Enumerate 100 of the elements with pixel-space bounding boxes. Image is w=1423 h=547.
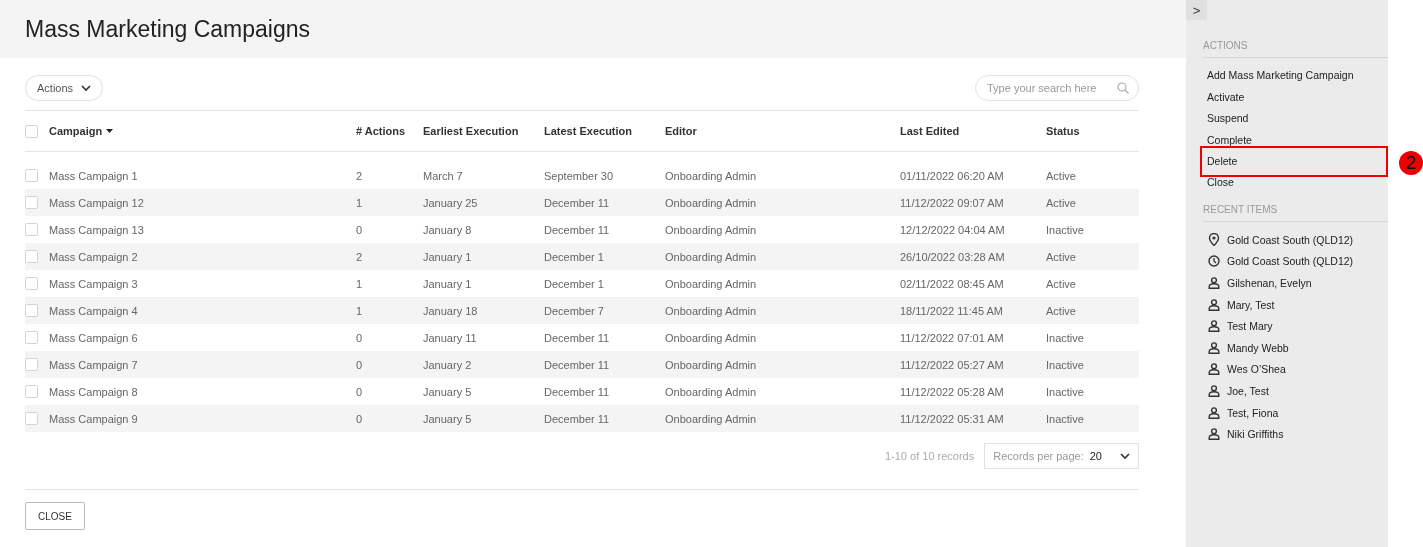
table-cell: 26/10/2022 03:28 AM <box>900 250 1005 263</box>
table-cell: December 11 <box>544 223 610 236</box>
table-cell: Active <box>1046 277 1076 290</box>
column-header[interactable]: # Actions <box>356 125 423 137</box>
table-cell: Inactive <box>1046 358 1084 371</box>
chevron-down-icon <box>81 84 92 92</box>
action-link[interactable]: Delete <box>1200 146 1388 178</box>
column-header[interactable]: Last Edited <box>900 125 1046 137</box>
row-checkbox[interactable] <box>25 250 38 263</box>
table-cell: Inactive <box>1046 412 1084 425</box>
table-cell: Onboarding Admin <box>665 223 757 236</box>
table-cell: Mass Campaign 13 <box>49 223 144 236</box>
table-cell: 01/11/2022 06:20 AM <box>900 169 1004 182</box>
recent-item[interactable]: Gold Coast South (QLD12) <box>1186 250 1388 273</box>
table-cell: Onboarding Admin <box>665 304 757 317</box>
table-cell: Mass Campaign 12 <box>49 196 144 209</box>
table-cell: September 30 <box>544 169 614 182</box>
table-cell: 1 <box>356 196 363 209</box>
recent-item-label: Gold Coast South (QLD12) <box>1227 255 1354 268</box>
table-cell: 0 <box>356 385 363 398</box>
column-header[interactable]: Editor <box>665 125 900 137</box>
table-cell: Onboarding Admin <box>665 169 757 182</box>
table-cell: January 2 <box>423 358 472 371</box>
recent-item[interactable]: Wes O’Shea <box>1186 358 1388 381</box>
action-link[interactable]: Add Mass Marketing Campaign <box>1185 65 1365 87</box>
table-cell: March 7 <box>423 169 463 182</box>
row-checkbox[interactable] <box>25 412 38 425</box>
table-cell: 0 <box>356 412 363 425</box>
row-checkbox[interactable] <box>25 277 38 290</box>
person-icon <box>1208 341 1220 354</box>
recent-item-label: Niki Griffiths <box>1227 428 1284 441</box>
table-cell: January 1 <box>423 250 472 263</box>
row-checkbox[interactable] <box>25 385 38 398</box>
table-cell: 11/12/2022 05:27 AM <box>900 358 1004 371</box>
column-header[interactable]: Campaign <box>49 125 356 137</box>
table-cell: Inactive <box>1046 385 1084 398</box>
map-pin-icon <box>1208 233 1220 247</box>
table-cell: Mass Campaign 6 <box>49 331 138 344</box>
records-per-page-dropdown[interactable]: Records per page: 20 <box>984 443 1139 469</box>
table-cell: Onboarding Admin <box>665 277 757 290</box>
table-cell: 12/12/2022 04:04 AM <box>900 223 1005 236</box>
recent-item-label: Gold Coast South (QLD12) <box>1227 233 1354 246</box>
table-cell: Onboarding Admin <box>665 196 757 209</box>
recent-item[interactable]: Gilshenan, Evelyn <box>1186 272 1388 294</box>
table-cell: December 7 <box>544 304 604 317</box>
actions-dropdown[interactable]: Actions <box>25 75 104 101</box>
select-all-checkbox[interactable] <box>25 124 38 138</box>
table-cell: 1 <box>356 277 363 290</box>
recent-item[interactable]: Test, Fiona <box>1186 401 1388 424</box>
recent-item[interactable]: Mary, Test <box>1186 293 1388 316</box>
recent-item-label: Mandy Webb <box>1227 341 1289 354</box>
row-checkbox[interactable] <box>25 331 38 344</box>
table-cell: 0 <box>356 331 363 344</box>
table-cell: Active <box>1046 169 1076 182</box>
collapse-toggle[interactable]: > <box>1186 0 1207 20</box>
row-checkbox[interactable] <box>25 169 38 182</box>
recent-item[interactable]: Mandy Webb <box>1186 336 1388 359</box>
table-cell: 2 <box>356 169 363 182</box>
row-checkbox[interactable] <box>25 196 38 209</box>
person-icon <box>1208 363 1220 376</box>
recent-item[interactable]: Test Mary <box>1186 315 1388 337</box>
action-link[interactable]: Activate <box>1185 86 1365 109</box>
column-header[interactable]: Earliest Execution <box>423 125 544 137</box>
table-cell: December 1 <box>544 277 604 290</box>
recent-item-label: Mary, Test <box>1227 298 1275 311</box>
table-cell: Onboarding Admin <box>665 358 757 371</box>
person-icon <box>1208 320 1220 333</box>
person-icon <box>1208 406 1220 419</box>
row-checkbox[interactable] <box>25 358 38 371</box>
recent-item[interactable]: Joe, Test <box>1186 380 1388 402</box>
column-header[interactable]: Status <box>1046 125 1136 137</box>
row-checkbox[interactable] <box>25 223 38 236</box>
table-cell: December 11 <box>544 412 610 425</box>
search-field[interactable]: Type your search here <box>975 75 1139 101</box>
table-cell: Inactive <box>1046 223 1084 236</box>
table-cell: 0 <box>356 358 363 371</box>
clock-icon <box>1208 255 1220 268</box>
page-title: Mass Marketing Campaigns <box>25 15 311 43</box>
close-button[interactable]: CLOSE <box>25 502 85 530</box>
table-cell: Mass Campaign 9 <box>49 412 138 425</box>
table-cell: 02/11/2022 08:45 AM <box>900 277 1004 290</box>
table-cell: January 18 <box>423 304 478 317</box>
section-heading: ACTIONS <box>1203 40 1388 58</box>
table-cell: 2 <box>356 250 363 263</box>
table-cell: Onboarding Admin <box>665 331 757 344</box>
recent-item[interactable]: Niki Griffiths <box>1186 423 1388 445</box>
sort-caret-icon <box>106 129 114 133</box>
column-header[interactable]: Latest Execution <box>544 125 665 137</box>
recent-item-label: Gilshenan, Evelyn <box>1227 276 1312 289</box>
table-cell: Active <box>1046 196 1076 209</box>
recent-item-label: Test, Fiona <box>1227 406 1279 419</box>
table-cell: December 11 <box>544 196 610 209</box>
table-cell: December 1 <box>544 250 604 263</box>
table-cell: Mass Campaign 2 <box>49 250 138 263</box>
action-link[interactable]: Suspend <box>1185 108 1365 130</box>
recent-item[interactable]: Gold Coast South (QLD12) <box>1186 228 1388 251</box>
table-cell: Onboarding Admin <box>665 412 757 425</box>
row-checkbox[interactable] <box>25 304 38 317</box>
table-cell: January 5 <box>423 385 472 398</box>
chevron-down-icon <box>1120 452 1130 460</box>
